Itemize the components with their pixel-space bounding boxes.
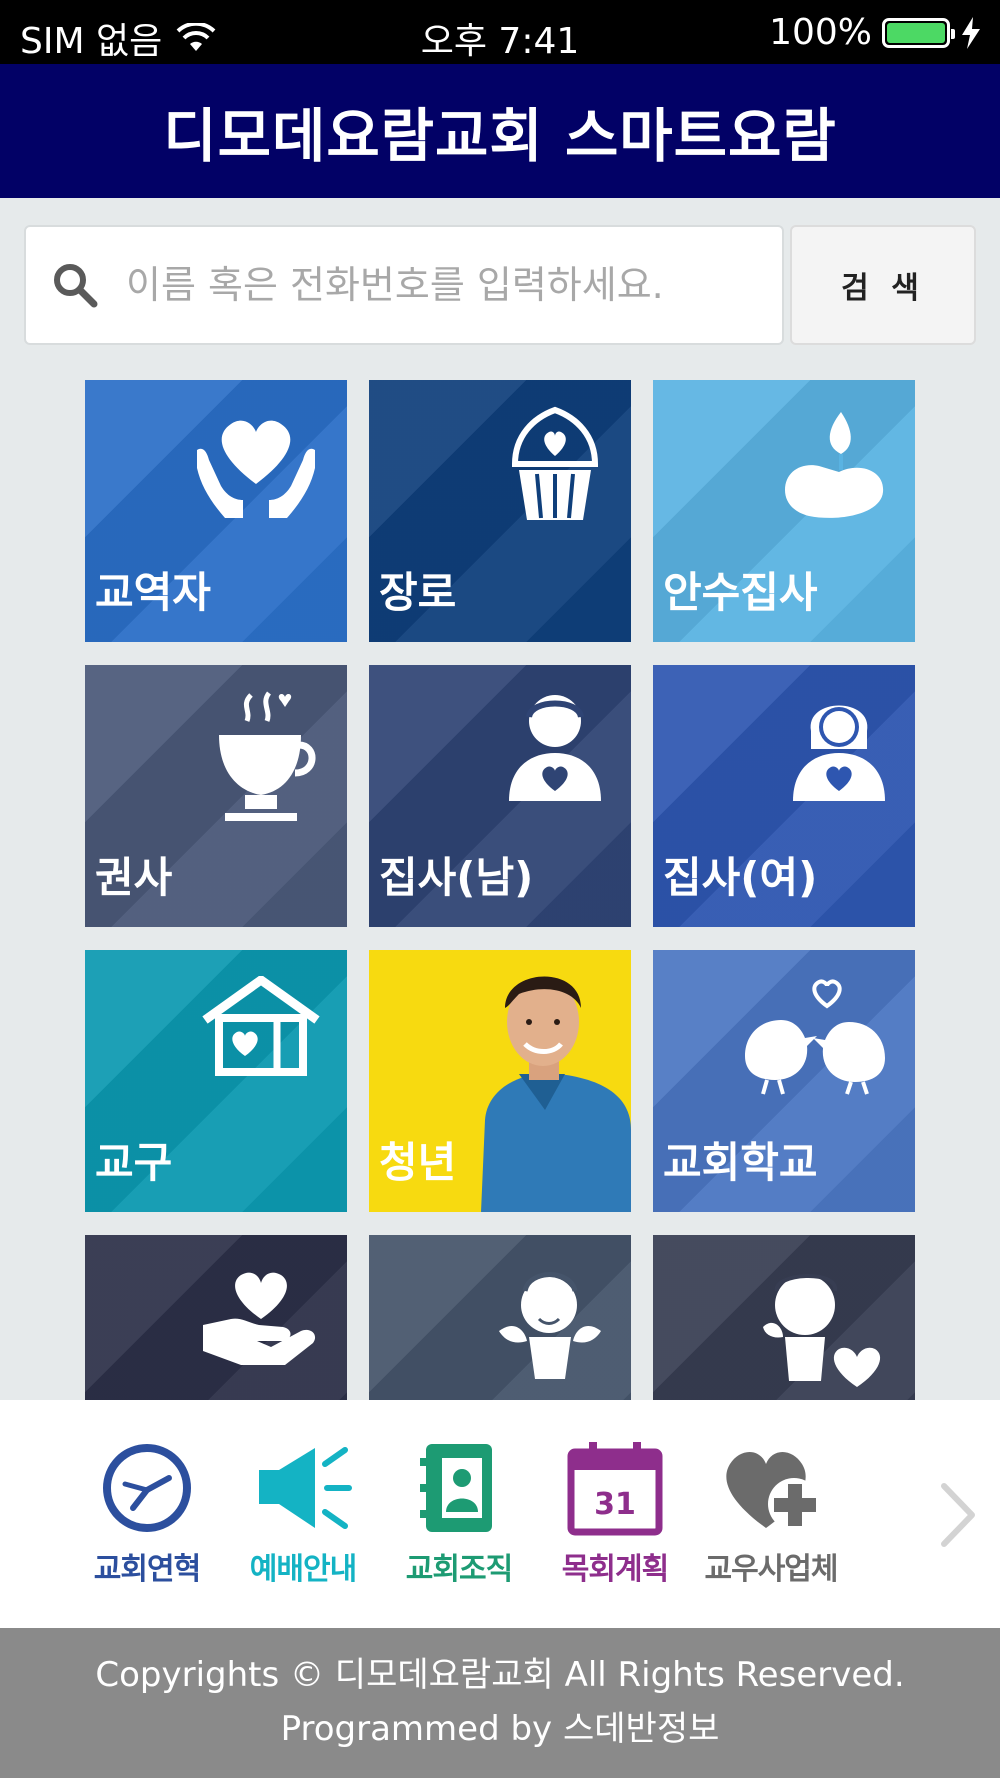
calendar-day: 31 [594, 1487, 636, 1522]
tile-4[interactable]: 집사(남) [369, 665, 631, 927]
candle-icon [785, 412, 884, 518]
tile-2[interactable]: 안수집사 [653, 380, 915, 642]
nav-label: 교회조직 [405, 1552, 513, 1587]
angel-icon [499, 1272, 601, 1379]
tile-label: 안수집사 [663, 568, 818, 617]
status-bar: SIM 없음 오후 7:41 100% [0, 0, 1000, 64]
bottom-nav: 교회연혁 예배안내 교회조직 31 목회계획 교우사업체 [0, 1400, 1000, 1628]
birds-heart-icon [745, 979, 885, 1095]
search-bar: 검 색 [24, 225, 976, 347]
battery-icon [882, 17, 955, 48]
chevron-right-icon[interactable] [936, 1480, 980, 1550]
tile-11[interactable] [653, 1235, 915, 1400]
nav-pastoral-plan[interactable]: 31 목회계획 [540, 1440, 690, 1588]
search-field[interactable] [24, 225, 784, 345]
copyright-text: Copyrights © 디모데요람교회 All Rights Reserved… [95, 1655, 905, 1695]
tile-label: 교구 [95, 1138, 173, 1187]
category-grid: 교역자 장로 안수집사 권사 집사(남) 집사(여) 교구 청년 교회학교 [0, 380, 1000, 1400]
tile-label: 교역자 [95, 568, 211, 617]
house-heart-icon [202, 976, 320, 1076]
nav-worship-info[interactable]: 예배안내 [228, 1440, 378, 1588]
cherub-heart-icon [763, 1273, 881, 1387]
tile-label: 집사(남) [379, 853, 534, 902]
footer: Copyrights © 디모데요람교회 All Rights Reserved… [0, 1628, 1000, 1778]
nav-label: 예배안내 [249, 1552, 357, 1587]
address-book-icon [420, 1444, 492, 1532]
nav-label: 교회연혁 [93, 1552, 201, 1587]
tile-label: 청년 [379, 1138, 457, 1187]
hands-heart-icon [197, 420, 315, 518]
calendar-icon: 31 [567, 1442, 663, 1536]
tile-9[interactable] [85, 1235, 347, 1400]
tile-label: 장로 [379, 568, 457, 617]
search-button[interactable]: 검 색 [790, 225, 976, 345]
coffee-cup-icon [219, 691, 316, 821]
man-heart-icon [509, 695, 601, 801]
charging-bolt-icon [962, 16, 980, 49]
tile-label: 교회학교 [663, 1138, 818, 1187]
cupcake-heart-icon [511, 406, 599, 520]
tile-10[interactable] [369, 1235, 631, 1400]
nav-member-businesses[interactable]: 교우사업체 [696, 1440, 846, 1588]
nav-church-organization[interactable]: 교회조직 [384, 1440, 534, 1588]
megaphone-icon [259, 1447, 352, 1529]
status-right: 100% [769, 12, 982, 53]
nav-church-history[interactable]: 교회연혁 [72, 1440, 222, 1588]
tile-0[interactable]: 교역자 [85, 380, 347, 642]
page-title: 디모데요람교회 스마트요람 [163, 102, 837, 170]
tile-3[interactable]: 권사 [85, 665, 347, 927]
tile-6[interactable]: 교구 [85, 950, 347, 1212]
search-icon [54, 264, 98, 308]
hand-heart-icon [203, 1272, 316, 1365]
tile-7[interactable]: 청년 [369, 950, 631, 1212]
battery-percent: 100% [769, 12, 872, 53]
tile-5[interactable]: 집사(여) [653, 665, 915, 927]
tile-label: 권사 [95, 853, 173, 902]
app-header: 디모데요람교회 스마트요람 [0, 64, 1000, 198]
tile-label: 집사(여) [663, 853, 818, 902]
heart-plus-icon [726, 1452, 820, 1530]
tile-8[interactable]: 교회학교 [653, 950, 915, 1212]
nav-label: 교우사업체 [704, 1552, 839, 1587]
nav-label: 목회계획 [561, 1552, 669, 1587]
programmed-by-text: Programmed by 스데반정보 [280, 1709, 720, 1749]
clock-icon [103, 1444, 191, 1532]
woman-heart-icon [793, 705, 885, 801]
tile-1[interactable]: 장로 [369, 380, 631, 642]
search-input[interactable] [124, 262, 728, 308]
